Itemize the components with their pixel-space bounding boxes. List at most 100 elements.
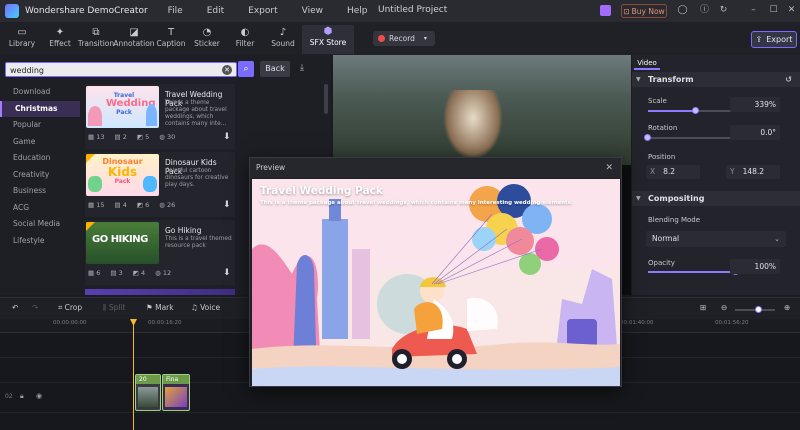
tool-sound[interactable]: ♪ Sound	[261, 26, 305, 48]
scale-value[interactable]: 339%	[730, 97, 780, 112]
sticker-count: ◩ 5	[136, 133, 150, 141]
chevron-down-icon: ▾	[423, 35, 427, 42]
category-popular[interactable]: Popular	[0, 117, 80, 134]
app-logo-icon	[5, 4, 19, 18]
blending-mode-select[interactable]: Normal ⌄	[646, 231, 786, 247]
buy-now-button[interactable]: ⊡ Buy Now	[621, 4, 667, 18]
voice-button[interactable]: ♫ Voice	[191, 303, 220, 312]
sound-icon: ♪	[279, 27, 287, 38]
rotation-slider-knob[interactable]	[644, 134, 651, 141]
zoom-slider[interactable]	[735, 306, 775, 313]
clear-search-icon[interactable]: ✕	[222, 65, 232, 75]
category-christmas[interactable]: Christmas	[0, 100, 80, 117]
pack-description: Colorful cartoon dinosaurs for creative …	[165, 168, 229, 188]
opacity-slider[interactable]	[648, 268, 739, 275]
category-creativity[interactable]: Creativity	[0, 167, 80, 184]
wedding-illustration	[252, 179, 620, 386]
category-game[interactable]: Game	[0, 134, 80, 151]
pack-card[interactable]: Travel Wedding Pack Travel Wedding Pack …	[85, 84, 235, 149]
rotation-slider[interactable]	[644, 134, 740, 141]
store-icon: ⬢	[323, 26, 333, 37]
clip-label: Fina	[163, 375, 189, 384]
effect-count: ◍ 26	[159, 201, 176, 209]
position-x-field[interactable]: X 8.2	[646, 165, 700, 179]
category-list: Download Christmas Popular Game Educatio…	[0, 84, 80, 294]
category-download[interactable]: Download	[0, 84, 80, 101]
mark-button[interactable]: ⚑ Mark	[146, 303, 174, 312]
scale-slider-knob[interactable]	[691, 107, 699, 114]
sync-icon[interactable]: ↻	[718, 5, 729, 16]
panel-scrollbar[interactable]	[324, 84, 328, 114]
crop-button[interactable]: ⌗ Crop	[58, 303, 82, 313]
timeline-clip[interactable]: Fina	[162, 374, 190, 411]
preview-pack-subtitle: This is a theme package about travel wed…	[260, 200, 574, 206]
help-icon[interactable]: ⓘ	[699, 5, 710, 16]
pack-card-partial	[85, 289, 235, 295]
pack-thumbnail: Travel Wedding Pack	[86, 86, 159, 128]
dialog-header: Preview ✕	[250, 158, 621, 178]
track-number: 02	[5, 393, 13, 400]
rotation-value[interactable]: 0.0°	[730, 125, 780, 140]
position-y-field[interactable]: Y 148.2	[726, 165, 780, 179]
lock-icon[interactable]: 🔒︎	[20, 392, 24, 401]
menu-edit[interactable]: Edit	[207, 6, 224, 16]
menu-view[interactable]: View	[302, 6, 323, 16]
close-icon[interactable]: ✕	[605, 158, 613, 178]
playhead[interactable]	[133, 319, 134, 430]
close-icon[interactable]: ✕	[786, 5, 797, 16]
maximize-icon[interactable]: ☐	[768, 5, 779, 16]
thumbnail-title: GO HIKING	[92, 234, 148, 245]
pack-stats: ▦ 13 ▤ 2 ◩ 5 ◍ 30	[88, 133, 175, 141]
download-icon[interactable]: ⬇	[223, 268, 231, 278]
account-icon[interactable]: ◯	[677, 5, 688, 16]
download-tray-icon[interactable]: ⤓	[300, 63, 304, 73]
zoom-in-icon[interactable]: ⊕	[784, 303, 790, 312]
category-education[interactable]: Education	[0, 150, 80, 167]
fit-timeline-icon[interactable]: ⊞	[700, 303, 706, 312]
tool-sfx-store[interactable]: ⬢ SFX Store	[302, 25, 354, 54]
crop-icon: ⌗	[58, 303, 65, 312]
pack-card[interactable]: Dinosaur Kids Pack Dinosaur Kids Pack Co…	[85, 152, 235, 217]
opacity-label: Opacity	[648, 259, 675, 267]
pack-thumbnail: Dinosaur Kids Pack	[86, 154, 159, 196]
download-icon[interactable]: ⬇	[223, 132, 231, 142]
menu-export[interactable]: Export	[248, 6, 277, 16]
eye-icon[interactable]: ◉	[36, 392, 42, 400]
gift-icon[interactable]	[600, 5, 611, 16]
reset-icon[interactable]: ↺	[785, 72, 792, 87]
undo-icon[interactable]: ↶	[12, 303, 18, 312]
properties-panel: Video ▼ Transform ↺ Scale 339% Rotation 0.…	[632, 55, 800, 295]
category-acg[interactable]: ACG	[0, 200, 80, 217]
minimize-icon[interactable]: –	[748, 5, 759, 16]
menu-help[interactable]: Help	[347, 6, 368, 16]
split-button[interactable]: ⫼ Split	[103, 303, 125, 313]
pack-stats: ▦ 6 ▤ 3 ◩ 4 ◍ 12	[88, 269, 171, 277]
category-lifestyle[interactable]: Lifestyle	[0, 233, 80, 250]
cart-icon: ⊡	[623, 6, 630, 16]
export-icon: ⇪	[755, 35, 763, 44]
pack-thumbnail: GO HIKING	[86, 222, 159, 264]
category-social-media[interactable]: Social Media	[0, 216, 80, 233]
record-button[interactable]: Record ▾	[373, 31, 435, 46]
zoom-out-icon[interactable]: ⊖	[721, 303, 727, 312]
back-button[interactable]: Back	[260, 61, 290, 77]
tab-video[interactable]: Video	[634, 57, 660, 70]
preview-dialog: Preview ✕ Travel Wedding Pack This is a …	[249, 157, 622, 387]
pack-card[interactable]: GO HIKING Go Hiking This is a travel the…	[85, 220, 235, 285]
opacity-value[interactable]: 100%	[730, 259, 780, 274]
compositing-section[interactable]: ▼ Compositing	[632, 191, 800, 206]
download-icon[interactable]: ⬇	[223, 200, 231, 210]
search-input[interactable]: wedding ✕	[5, 62, 237, 77]
transform-section[interactable]: ▼ Transform ↺	[632, 72, 800, 87]
category-business[interactable]: Business	[0, 183, 80, 200]
scale-slider[interactable]	[648, 107, 740, 114]
zoom-slider-knob[interactable]	[755, 306, 762, 313]
ruler-tick: 00:01:40:00	[620, 320, 654, 326]
menu-file[interactable]: File	[168, 6, 183, 16]
timeline-clip[interactable]: 20	[135, 374, 161, 411]
pack-description: This is a travel themed resource pack	[165, 236, 232, 249]
redo-icon[interactable]: ↷	[32, 303, 38, 312]
search-button[interactable]: ⌕	[238, 61, 254, 77]
video-count: ▦ 13	[88, 133, 105, 141]
export-button[interactable]: ⇪ Export	[751, 31, 797, 48]
